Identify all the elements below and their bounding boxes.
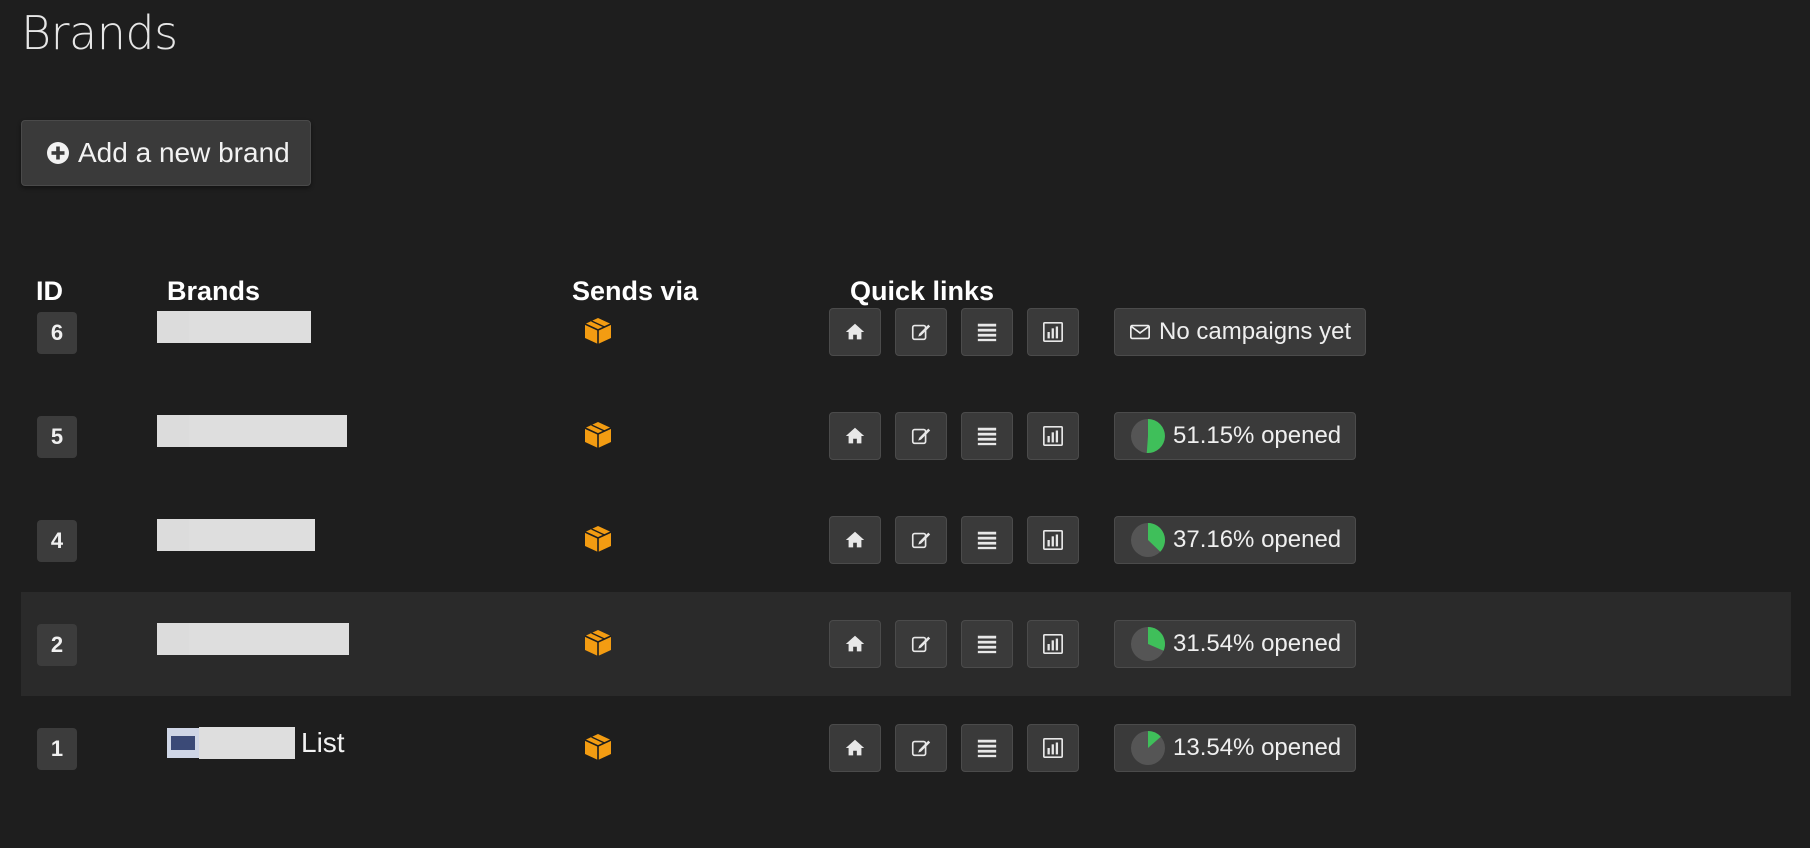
edit-link-button[interactable] (895, 412, 947, 460)
campaign-stats-button[interactable]: No campaigns yet (1114, 308, 1367, 356)
open-rate-pie (1131, 523, 1165, 557)
campaign-stats-label: 13.54% opened (1173, 734, 1342, 761)
brand-logo (157, 415, 189, 447)
reports-icon (1043, 322, 1063, 342)
open-rate-pie (1131, 731, 1165, 765)
reports-link-button[interactable] (1027, 724, 1079, 772)
edit-link-button[interactable] (895, 724, 947, 772)
brands-page: Brands Add a new brand ID Brands Sends v… (0, 0, 1810, 848)
reports-link-button[interactable] (1027, 620, 1079, 668)
campaign-stats-label: No campaigns yet (1159, 318, 1352, 345)
brand-id-badge: 1 (37, 728, 77, 770)
brand-logo (167, 728, 199, 758)
brand-link[interactable] (157, 415, 347, 447)
brand-name-redacted (199, 727, 295, 759)
amazon-ses-box-icon (584, 630, 612, 656)
home-link-button[interactable] (829, 412, 881, 460)
brand-name-redacted (189, 623, 349, 655)
home-link-button[interactable] (829, 620, 881, 668)
list-link-button[interactable] (961, 308, 1013, 356)
edit-icon (911, 636, 931, 653)
edit-icon (911, 324, 931, 341)
add-brand-button[interactable]: Add a new brand (21, 120, 311, 186)
campaign-stats-label: 51.15% opened (1173, 422, 1342, 449)
amazon-ses-box-icon (584, 734, 612, 760)
list-link-button[interactable] (961, 620, 1013, 668)
campaign-stats-button[interactable]: 51.15% opened (1114, 412, 1357, 460)
amazon-ses-box-icon (584, 318, 612, 344)
brand-link[interactable]: List (167, 727, 345, 759)
add-brand-label: Add a new brand (78, 137, 290, 168)
reports-icon (1043, 634, 1063, 654)
list-link-button[interactable] (961, 516, 1013, 564)
campaign-stats-button[interactable]: 37.16% opened (1114, 516, 1357, 564)
reports-link-button[interactable] (1027, 308, 1079, 356)
reports-icon (1043, 530, 1063, 550)
reports-link-button[interactable] (1027, 412, 1079, 460)
open-rate-pie (1131, 419, 1165, 453)
list-link-button[interactable] (961, 724, 1013, 772)
brand-name-redacted (189, 415, 347, 447)
brand-link[interactable] (157, 519, 315, 551)
edit-link-button[interactable] (895, 308, 947, 356)
brand-id-badge: 2 (37, 624, 77, 666)
table-row: 1 List 13.54% opened (21, 696, 1791, 800)
edit-link-button[interactable] (895, 516, 947, 564)
amazon-ses-box-icon (584, 422, 612, 448)
home-link-button[interactable] (829, 308, 881, 356)
brand-logo (157, 311, 189, 343)
home-link-button[interactable] (829, 516, 881, 564)
table-row: 5 51.15% opened (21, 384, 1791, 488)
plus-circle-icon (47, 142, 69, 164)
open-rate-pie (1131, 627, 1165, 661)
list-icon (977, 323, 997, 342)
brand-name: List (301, 727, 345, 758)
campaign-stats-button[interactable]: 13.54% opened (1114, 724, 1357, 772)
reports-icon (1043, 426, 1063, 446)
home-icon (845, 427, 865, 444)
list-link-button[interactable] (961, 412, 1013, 460)
brand-id-badge: 5 (37, 416, 77, 458)
table-row: 4 37.16% opened (21, 488, 1791, 592)
list-icon (977, 531, 997, 550)
list-icon (977, 739, 997, 758)
table-row: 6 No campaigns yet (21, 280, 1791, 384)
home-icon (845, 635, 865, 652)
edit-icon (911, 740, 931, 757)
amazon-ses-box-icon (584, 526, 612, 552)
brand-logo (157, 623, 189, 655)
list-icon (977, 635, 997, 654)
brand-name-redacted (189, 311, 311, 343)
reports-link-button[interactable] (1027, 516, 1079, 564)
brand-id-badge: 6 (37, 312, 77, 354)
table-row: 2 31.54% opened (21, 592, 1791, 696)
campaign-stats-label: 37.16% opened (1173, 526, 1342, 553)
list-icon (977, 427, 997, 446)
home-icon (845, 323, 865, 340)
reports-icon (1043, 738, 1063, 758)
brand-name-redacted (189, 519, 315, 551)
edit-link-button[interactable] (895, 620, 947, 668)
campaign-stats-label: 31.54% opened (1173, 630, 1342, 657)
brand-link[interactable] (157, 311, 311, 343)
campaign-stats-button[interactable]: 31.54% opened (1114, 620, 1357, 668)
brand-link[interactable] (157, 623, 349, 655)
home-link-button[interactable] (829, 724, 881, 772)
home-icon (845, 739, 865, 756)
brand-id-badge: 4 (37, 520, 77, 562)
home-icon (845, 531, 865, 548)
brand-logo (157, 519, 189, 551)
envelope-icon (1130, 324, 1150, 340)
page-title: Brands (21, 6, 178, 60)
edit-icon (911, 532, 931, 549)
edit-icon (911, 428, 931, 445)
